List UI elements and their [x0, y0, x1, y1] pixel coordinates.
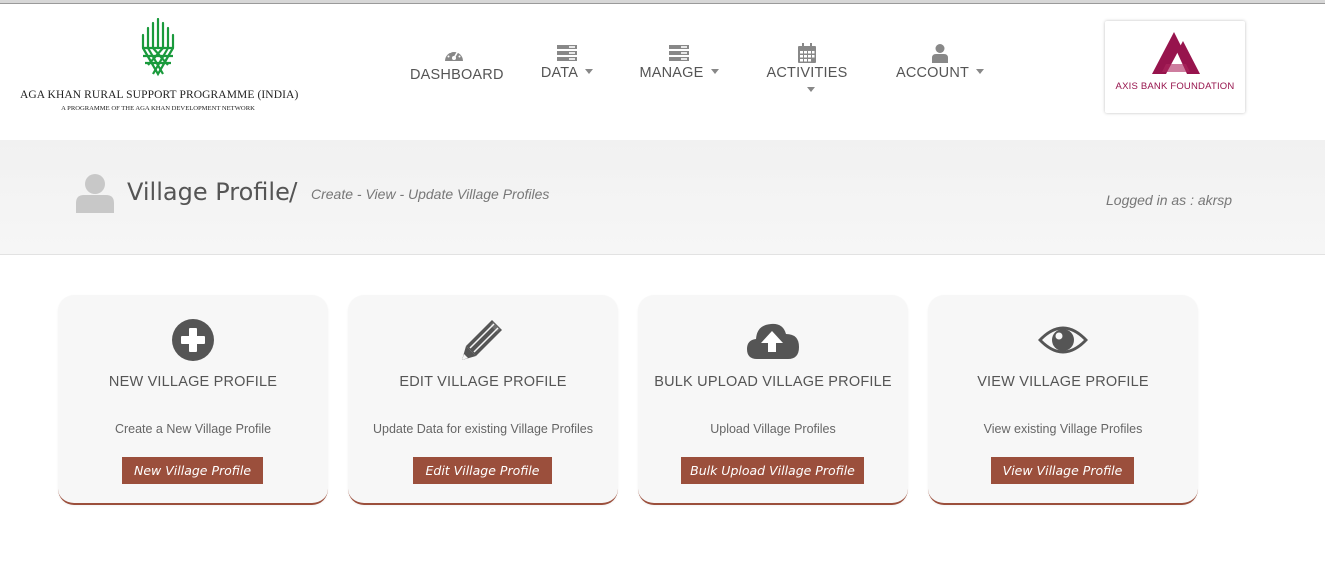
card-icon-wrapper — [348, 317, 618, 363]
card-description: Create a New Village Profile — [114, 422, 272, 436]
nav-manage[interactable]: MANAGE — [637, 42, 721, 82]
card-icon-wrapper — [928, 317, 1198, 363]
akrsp-emblem-icon — [141, 18, 175, 77]
nav-manage-label: MANAGE — [639, 65, 704, 81]
card-title: VIEW VILLAGE PROFILE — [977, 374, 1149, 390]
logged-in-status: Logged in as : akrsp — [1106, 192, 1233, 208]
org-subtitle: A PROGRAMME OF THE AGA KHAN DEVELOPMENT … — [61, 105, 255, 112]
axis-bank-foundation-logo[interactable]: AXIS BANK FOUNDATION — [1105, 21, 1245, 113]
dashboard-icon — [445, 49, 463, 61]
view-village-profile-button[interactable]: View Village Profile — [991, 457, 1134, 484]
card-icon-wrapper — [58, 317, 328, 363]
bulk-upload-village-profile-button[interactable]: Bulk Upload Village Profile — [681, 457, 864, 484]
chevron-down-icon — [806, 87, 815, 93]
plus-circle-icon — [172, 319, 214, 361]
calendar-icon — [798, 43, 816, 63]
nav-data-label: DATA — [540, 65, 579, 81]
nav-activities-label: ACTIVITIES — [766, 65, 848, 81]
card-description: Update Data for existing Village Profile… — [372, 422, 594, 436]
nav-dashboard[interactable]: DASHBOARD — [410, 44, 503, 84]
card-edit-village-profile: EDIT VILLAGE PROFILE Update Data for exi… — [348, 295, 618, 505]
nav-account-label: ACCOUNT — [895, 65, 970, 81]
card-title: EDIT VILLAGE PROFILE — [399, 374, 567, 390]
user-avatar-icon — [76, 174, 114, 213]
user-icon — [932, 44, 948, 63]
card-title: BULK UPLOAD VILLAGE PROFILE — [654, 374, 892, 390]
chevron-down-icon — [710, 69, 719, 75]
nav-activities[interactable]: ACTIVITIES — [760, 42, 854, 100]
org-title: AGA KHAN RURAL SUPPORT PROGRAMME (INDIA) — [20, 89, 299, 101]
eye-icon — [1038, 326, 1088, 354]
card-icon-wrapper — [638, 317, 908, 363]
nav-dashboard-label: DASHBOARD — [410, 67, 504, 83]
nav-account[interactable]: ACCOUNT — [894, 42, 986, 82]
card-title: NEW VILLAGE PROFILE — [108, 374, 278, 390]
cloud-upload-icon — [747, 323, 799, 359]
pencil-icon — [462, 320, 502, 360]
server-icon — [557, 45, 577, 61]
chevron-down-icon — [976, 69, 985, 75]
page-subtitle: Create - View - Update Village Profiles — [311, 186, 550, 202]
card-bulk-upload-village-profile: BULK UPLOAD VILLAGE PROFILE Upload Villa… — [638, 295, 908, 505]
edit-village-profile-button[interactable]: Edit Village Profile — [413, 457, 552, 484]
akrsp-logo[interactable]: AGA KHAN RURAL SUPPORT PROGRAMME (INDIA)… — [20, 18, 300, 118]
card-view-village-profile: VIEW VILLAGE PROFILE View existing Villa… — [928, 295, 1198, 505]
axis-bank-logo-icon — [1152, 32, 1200, 74]
title-separator: / — [289, 177, 298, 206]
card-new-village-profile: NEW VILLAGE PROFILE Create a New Village… — [58, 295, 328, 505]
nav-data[interactable]: DATA — [536, 42, 598, 82]
server-icon — [669, 45, 689, 61]
card-description: Upload Village Profiles — [710, 422, 836, 436]
new-village-profile-button[interactable]: New Village Profile — [122, 457, 263, 484]
partner-name: AXIS BANK FOUNDATION — [1115, 81, 1235, 92]
chevron-down-icon — [585, 69, 594, 75]
card-description: View existing Village Profiles — [983, 422, 1143, 436]
page-banner: Village Profile / Create - View - Update… — [0, 140, 1325, 255]
page-title: Village Profile — [127, 178, 290, 206]
site-header: AGA KHAN RURAL SUPPORT PROGRAMME (INDIA)… — [0, 4, 1325, 140]
